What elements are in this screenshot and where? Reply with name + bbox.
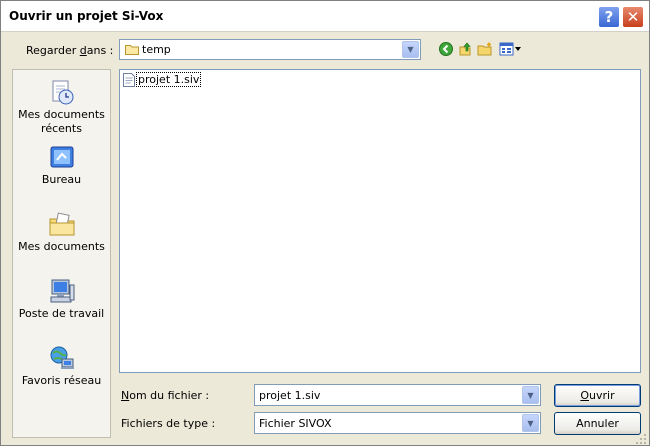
help-icon: ? [604,8,614,26]
place-label: Poste de travail [18,307,105,320]
my-documents-icon [49,212,74,236]
place-desktop[interactable]: Bureau [13,143,110,187]
filename-label-accesskey: N [121,389,130,402]
new-folder-button[interactable] [476,40,494,58]
back-button[interactable] [437,40,455,58]
view-menu-icon [499,42,521,56]
cancel-button-label: Annuler [576,417,619,430]
window-title: Ouvrir un projet Si-Vox [9,9,164,23]
up-folder-icon [459,42,471,56]
open-project-dialog: Ouvrir un projet Si-Vox ? ✕ Regarder dan… [0,0,650,446]
lookin-dropdown-button[interactable]: ▼ [402,41,419,58]
cancel-button[interactable]: Annuler [554,412,641,435]
back-arrow-icon [439,42,453,56]
filename-input[interactable]: projet 1.siv ▼ [254,384,541,406]
new-folder-icon [477,42,492,56]
lookin-label-part: Regarder [26,44,80,57]
chevron-down-icon: ▼ [527,418,534,428]
help-button[interactable]: ? [598,6,620,28]
view-menu-button[interactable] [498,40,524,58]
places-bar: Mes documents récents Bureau Mes documen… [12,69,111,438]
list-item[interactable]: projet 1.siv [123,72,202,87]
filetype-label: Fichiers de type : [121,417,216,430]
place-my-documents[interactable]: Mes documents [13,210,110,254]
filename-label-part: om du fichier : [129,389,210,402]
close-button[interactable]: ✕ [622,6,644,28]
place-label: Favoris réseau [21,374,102,387]
folder-icon [125,45,139,55]
lookin-dropdown[interactable]: temp ▼ [119,39,421,60]
desktop-icon [50,146,73,168]
network-places-icon [50,346,74,369]
file-icon [123,72,135,87]
lookin-label: Regarder dans : [26,44,113,57]
chevron-down-icon: ▼ [527,390,534,400]
up-folder-button[interactable] [456,40,474,58]
chevron-down-icon: ▼ [407,45,414,54]
place-network[interactable]: Favoris réseau [13,344,110,388]
place-label: Bureau [41,173,82,186]
filename-label: Nom du fichier : [121,389,209,402]
filename-dropdown-button[interactable]: ▼ [522,386,539,404]
open-button[interactable]: Ouvrir [554,384,641,407]
filetype-dropdown[interactable]: Fichier SIVOX ▼ [254,412,541,434]
filename-value: projet 1.siv [259,389,321,402]
open-button-label: uvrir [589,389,615,402]
file-list[interactable]: projet 1.siv [119,69,641,373]
recent-documents-icon [52,80,73,105]
place-recent-documents[interactable]: Mes documents récents [13,78,110,136]
filetype-value: Fichier SIVOX [259,417,332,430]
place-my-computer[interactable]: Poste de travail [13,277,110,321]
my-computer-icon [50,279,74,303]
lookin-label-accesskey: d [79,44,87,57]
filetype-dropdown-button[interactable]: ▼ [522,414,539,432]
place-label: Mes documents récents [18,108,105,135]
title-bar[interactable]: Ouvrir un projet Si-Vox ? ✕ [1,1,649,32]
close-icon: ✕ [626,8,640,26]
place-label: Mes documents [18,240,105,253]
lookin-value: temp [142,43,171,56]
lookin-label-part: ans : [86,44,114,57]
resize-grip-icon[interactable] [635,433,647,445]
open-button-accesskey: O [580,389,590,402]
file-name: projet 1.siv [136,72,202,87]
